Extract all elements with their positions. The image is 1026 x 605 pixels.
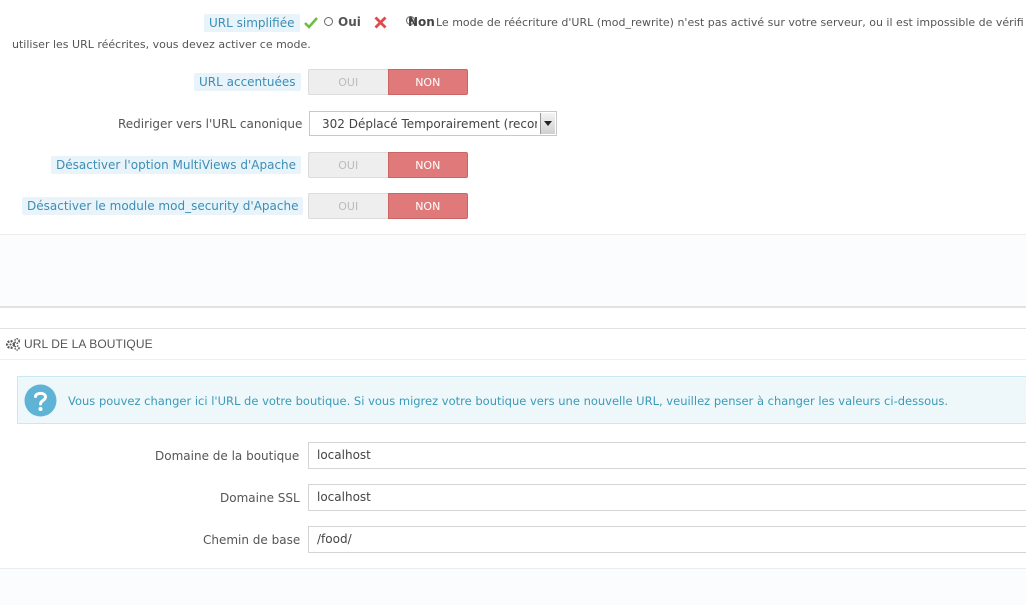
multiviews-non[interactable]: NON xyxy=(387,152,468,178)
mod-security-oui[interactable]: OUI xyxy=(308,193,388,219)
info-alert-text: Vous pouvez changer ici l'URL de votre b… xyxy=(68,394,949,408)
base-path-input[interactable]: /food/ xyxy=(308,526,1026,553)
chevron-down-icon[interactable] xyxy=(540,113,555,134)
multiviews-label: Désactiver l'option MultiViews d'Apache xyxy=(51,156,302,174)
shop-domain-input[interactable]: localhost xyxy=(308,442,1026,469)
shop-url-panel-footer xyxy=(0,568,1026,605)
accented-url-non[interactable]: NON xyxy=(387,69,468,95)
accented-url-switch[interactable]: OUI NON xyxy=(308,69,468,95)
canonical-select[interactable]: 302 Déplacé Temporairement (recom xyxy=(309,111,557,136)
question-circle-icon xyxy=(24,384,57,417)
shop-domain-label: Domaine de la boutique xyxy=(155,449,300,463)
check-icon xyxy=(304,17,318,29)
simplified-url-note-line2: utiliser les URL réécrites, vous devez a… xyxy=(12,38,311,51)
simplified-url-non-label: Non xyxy=(408,15,435,29)
simplified-url-label: URL simplifiée xyxy=(204,14,300,32)
cogs-icon xyxy=(5,337,21,351)
mod-security-switch[interactable]: OUI NON xyxy=(308,193,468,219)
mod-security-label: Désactiver le module mod_security d'Apac… xyxy=(22,197,304,215)
ssl-domain-input[interactable]: localhost xyxy=(308,484,1026,511)
simplified-url-note: Le mode de réécriture d'URL (mod_rewrite… xyxy=(436,16,1024,29)
multiviews-switch[interactable]: OUI NON xyxy=(308,152,468,178)
ssl-domain-label: Domaine SSL xyxy=(220,491,300,505)
canonical-label: Rediriger vers l'URL canonique xyxy=(118,117,303,131)
section-divider xyxy=(0,359,1026,360)
mod-security-non[interactable]: NON xyxy=(387,193,468,219)
shop-url-section-title: URL DE LA BOUTIQUE xyxy=(24,337,153,351)
panel-footer xyxy=(0,234,1026,308)
cross-icon xyxy=(374,16,387,29)
base-path-label: Chemin de base xyxy=(203,533,301,547)
accented-url-label: URL accentuées xyxy=(194,73,301,91)
simplified-url-oui-label: Oui xyxy=(338,15,361,29)
multiviews-oui[interactable]: OUI xyxy=(308,152,388,178)
canonical-select-value: 302 Déplacé Temporairement (recom xyxy=(322,117,537,131)
accented-url-oui[interactable]: OUI xyxy=(308,69,388,95)
simplified-url-oui-radio[interactable] xyxy=(324,17,333,26)
